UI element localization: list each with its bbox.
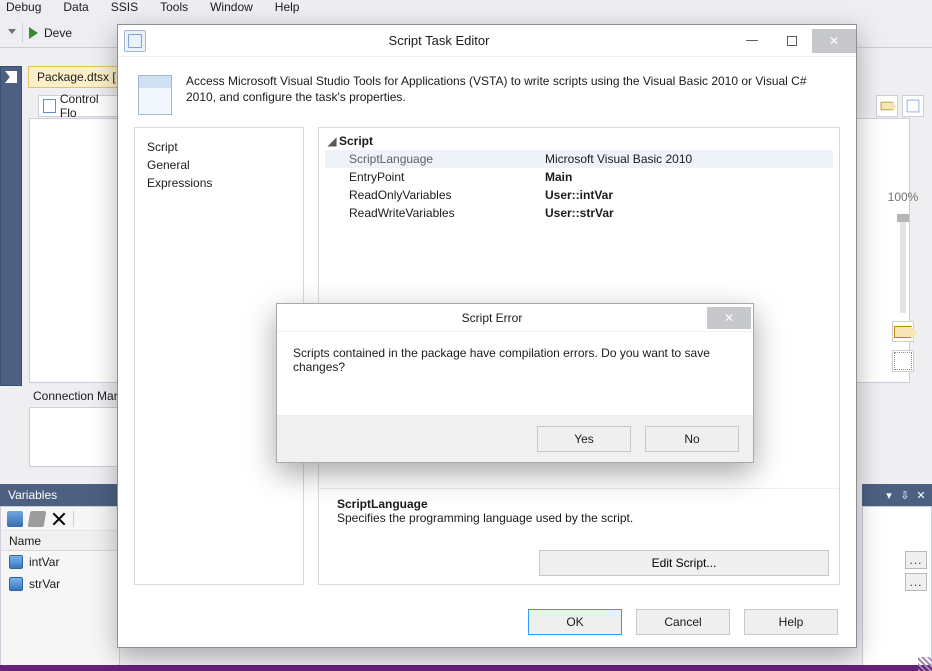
variables-col-name: Name [9,534,41,548]
error-titlebar[interactable]: Script Error ✕ [277,304,753,332]
variable-icon [9,555,23,569]
dialog-system-buttons: ✕ [732,29,856,53]
dialog-titlebar[interactable]: Script Task Editor ✕ [118,25,856,57]
error-buttons: Yes No [277,416,753,462]
pg-row-entrypoint[interactable]: EntryPoint Main [325,168,833,186]
cancel-button[interactable]: Cancel [636,609,730,635]
document-tab-label: Package.dtsx [ [37,70,116,84]
sidebar-item-expressions[interactable]: Expressions [147,174,291,192]
yes-button[interactable]: Yes [537,426,631,452]
variables-title: Variables [8,488,57,502]
maximize-icon [787,36,797,46]
vars-toolbar-divider [73,511,74,527]
dialog-description-text: Access Microsoft Visual Studio Tools for… [186,73,836,115]
close-icon: ✕ [829,34,839,48]
close-icon: ✕ [724,311,734,325]
toolbar-dropdown-icon[interactable] [8,29,16,37]
pg-row-readonlyvars[interactable]: ReadOnlyVariables User::intVar [325,186,833,204]
tag-tool[interactable] [892,321,914,343]
help-button[interactable]: Help [744,609,838,635]
sidebar-item-general[interactable]: General [147,156,291,174]
no-button[interactable]: No [645,426,739,452]
tag-icon [894,326,912,338]
dialog-description: Access Microsoft Visual Studio Tools for… [118,57,856,127]
error-message: Scripts contained in the package have co… [277,332,753,416]
control-flow-icon [43,99,56,113]
menu-ssis[interactable]: SSIS [107,0,142,14]
fit-tool[interactable] [892,350,914,372]
pg-name: ReadOnlyVariables [325,188,545,202]
variable-row[interactable]: intVar [1,551,119,573]
control-flow-label: Control Flo [60,92,113,120]
zoom-gutter: 100% [874,88,932,378]
pg-name: EntryPoint [325,170,545,184]
menu-data[interactable]: Data [59,0,92,14]
variables-toolbar [1,507,119,531]
variables-panel: Name intVar strVar [0,506,120,667]
pg-row-scriptlanguage[interactable]: ScriptLanguage Microsoft Visual Basic 20… [325,150,833,168]
pg-row-readwritevars[interactable]: ReadWriteVariables User::strVar [325,204,833,222]
pg-value[interactable]: User::intVar [545,188,833,202]
ellipsis-button[interactable]: ... [905,551,927,569]
toolbar-divider [22,23,23,43]
connection-managers-title: Connection Man [29,388,129,406]
menu-debug[interactable]: Debug [2,0,45,14]
right-panel-header[interactable]: ▾ ⇩ ✕ [862,484,932,506]
script-task-large-icon [138,75,172,115]
variable-icon [9,577,23,591]
document-tab[interactable]: Package.dtsx [ [28,66,125,88]
script-error-dialog: Script Error ✕ Scripts contained in the … [276,303,754,463]
sidebar-item-script[interactable]: Script [147,138,291,156]
variable-row[interactable]: strVar [1,573,119,595]
property-help-title: ScriptLanguage [337,497,829,511]
variable-name: intVar [29,555,59,569]
delete-variable-icon[interactable] [51,511,67,527]
pg-value[interactable]: User::strVar [545,206,833,220]
variable-name: strVar [29,577,60,591]
dialog-buttons: OK Cancel Help [118,597,856,647]
property-help: ScriptLanguage Specifies the programming… [319,488,839,542]
property-help-text: Specifies the programming language used … [337,511,829,525]
pg-value[interactable]: Main [545,170,833,184]
main-menu[interactable]: Debug Data SSIS Tools Window Help [0,0,932,18]
error-title: Script Error [277,311,707,325]
zoom-value: 100% [888,190,919,204]
move-variable-icon[interactable] [28,511,47,527]
menu-tools[interactable]: Tools [156,0,192,14]
error-close-button[interactable]: ✕ [707,307,751,329]
zoom-slider[interactable] [900,214,906,312]
dropdown-icon[interactable]: ▾ [882,488,896,502]
variables-columns[interactable]: Name [1,531,119,551]
collapse-icon[interactable]: ◢ [325,134,339,148]
edit-script-button[interactable]: Edit Script... [539,550,829,576]
pg-category: Script [339,134,373,148]
run-config[interactable]: Deve [44,26,72,40]
ok-button[interactable]: OK [528,609,622,635]
toolbox-collapsed[interactable] [0,66,22,386]
start-debug-icon[interactable] [29,27,38,39]
menu-help[interactable]: Help [271,0,304,14]
pg-category-row[interactable]: ◢ Script [325,132,833,150]
control-flow-tab[interactable]: Control Flo [38,95,118,117]
close-button[interactable]: ✕ [812,29,856,53]
menu-window[interactable]: Window [206,0,257,14]
minimize-icon [746,40,758,41]
connection-managers-panel[interactable] [29,407,119,467]
minimize-button[interactable] [732,29,772,53]
maximize-button[interactable] [772,29,812,53]
ellipsis-button[interactable]: ... [905,573,927,591]
resize-grip[interactable] [918,657,932,671]
close-icon[interactable]: ✕ [914,488,928,502]
pin-icon[interactable]: ⇩ [898,488,912,502]
variables-header[interactable]: Variables [0,484,120,506]
right-panel-body: ... ... [862,506,932,667]
dialog-title: Script Task Editor [146,33,732,48]
frame-icon [894,352,912,370]
add-variable-icon[interactable] [7,511,23,527]
pg-name: ReadWriteVariables [325,206,545,220]
status-bar [0,665,932,671]
script-task-icon [124,30,146,52]
pg-name: ScriptLanguage [325,152,545,166]
pg-value[interactable]: Microsoft Visual Basic 2010 [545,152,833,166]
